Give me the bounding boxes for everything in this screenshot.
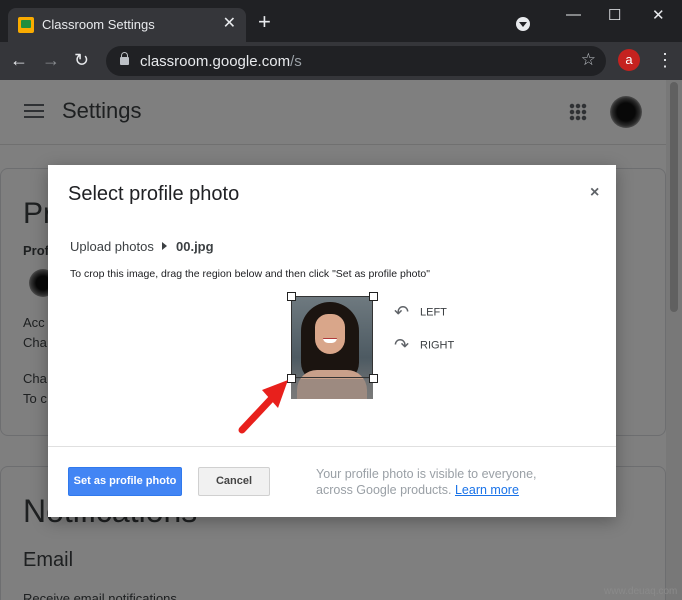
close-icon[interactable]: × [590, 184, 599, 202]
learn-more-link[interactable]: Learn more [455, 483, 519, 497]
dialog-title: Select profile photo [68, 183, 240, 205]
browser-toolbar: ← → ↻ classroom.google.com/s ☆ a ⋮ [0, 42, 682, 80]
profile-avatar[interactable]: a [618, 49, 640, 71]
menu-kebab-icon[interactable]: ⋮ [656, 50, 674, 70]
watermark: www.deuaq.com [604, 586, 678, 597]
rotate-left-button[interactable]: ↶ LEFT [394, 302, 447, 323]
breadcrumb-arrow-icon [162, 242, 167, 250]
address-bar[interactable]: classroom.google.com/s ☆ [106, 46, 606, 76]
forward-arrow-icon[interactable]: → [42, 50, 60, 70]
crop-instructions: To crop this image, drag the region belo… [70, 268, 430, 280]
tab-strip: Classroom Settings ✕ + — ☐ ✕ [0, 0, 682, 42]
rotate-left-label: LEFT [420, 306, 447, 319]
rotate-right-label: RIGHT [420, 339, 455, 352]
lock-icon [120, 52, 129, 65]
breadcrumb-file: 00.jpg [176, 239, 214, 254]
reload-icon[interactable]: ↻ [74, 50, 89, 70]
select-photo-dialog: Select profile photo × Upload photos 00.… [48, 165, 616, 517]
visibility-note: Your profile photo is visible to everyon… [316, 467, 537, 497]
breadcrumb-upload-photos[interactable]: Upload photos [70, 239, 154, 254]
star-icon[interactable]: ☆ [581, 50, 596, 70]
rotate-left-icon: ↶ [394, 302, 410, 322]
browser-tab[interactable]: Classroom Settings ✕ [8, 8, 246, 42]
crop-handle-top-left[interactable] [287, 292, 296, 301]
url-text: classroom.google.com/s [140, 53, 302, 70]
crop-region[interactable] [291, 296, 373, 378]
rotate-right-icon: ↷ [394, 335, 410, 355]
annotation-arrow-icon [238, 380, 288, 434]
back-arrow-icon[interactable]: ← [10, 50, 28, 70]
crop-handle-top-right[interactable] [369, 292, 378, 301]
window-close-icon[interactable]: ✕ [652, 6, 665, 24]
rotate-right-button[interactable]: ↷ RIGHT [394, 335, 454, 356]
tab-title: Classroom Settings [42, 17, 155, 32]
set-as-profile-photo-button[interactable]: Set as profile photo [68, 467, 182, 496]
tab-close-icon[interactable]: ✕ [223, 15, 236, 33]
crop-handle-bottom-right[interactable] [369, 374, 378, 383]
cancel-button[interactable]: Cancel [198, 467, 270, 496]
classroom-favicon-icon [18, 17, 34, 33]
dialog-divider [48, 446, 616, 447]
minimize-icon[interactable]: — [566, 6, 581, 23]
maximize-icon[interactable]: ☐ [608, 6, 621, 24]
new-tab-button[interactable]: + [258, 11, 271, 33]
tab-search-icon[interactable] [516, 17, 530, 31]
